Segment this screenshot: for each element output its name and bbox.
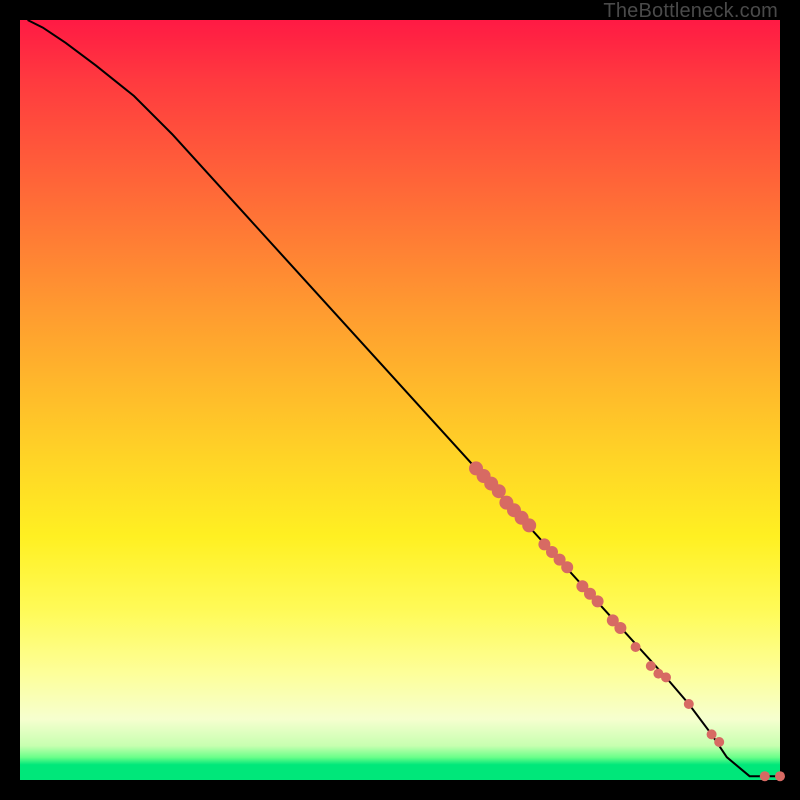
data-point	[775, 771, 785, 781]
data-point	[592, 595, 604, 607]
data-curve	[28, 20, 780, 776]
marker-layer	[469, 461, 785, 781]
data-point	[614, 622, 626, 634]
data-point	[522, 518, 536, 532]
data-point	[646, 661, 656, 671]
data-point	[684, 699, 694, 709]
chart-stage: TheBottleneck.com	[0, 0, 800, 800]
data-point	[561, 561, 573, 573]
data-point	[631, 642, 641, 652]
data-point	[714, 737, 724, 747]
data-point	[760, 771, 770, 781]
data-point	[707, 729, 717, 739]
plot-area	[20, 20, 780, 780]
data-point	[661, 672, 671, 682]
data-point	[492, 484, 506, 498]
chart-svg	[20, 20, 780, 780]
